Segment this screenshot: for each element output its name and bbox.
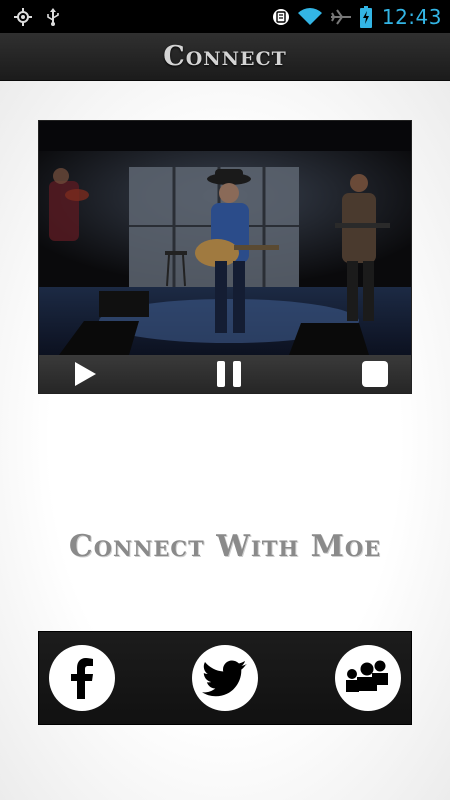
twitter-button[interactable] bbox=[192, 645, 258, 711]
stop-icon bbox=[362, 361, 388, 387]
battery-charging-icon bbox=[359, 5, 372, 28]
wifi-icon bbox=[297, 7, 322, 26]
connect-heading: Connect With Moe bbox=[68, 529, 382, 564]
facebook-button[interactable] bbox=[49, 645, 115, 711]
play-button[interactable] bbox=[73, 361, 97, 387]
facebook-icon bbox=[71, 658, 93, 699]
myspace-icon bbox=[346, 660, 388, 692]
video-controls bbox=[39, 355, 411, 393]
gps-icon bbox=[14, 7, 32, 26]
status-right: 12:43 bbox=[272, 5, 442, 29]
myspace-button[interactable] bbox=[335, 645, 401, 711]
twitter-icon bbox=[202, 660, 247, 697]
video-frame[interactable] bbox=[39, 121, 411, 355]
stop-button[interactable] bbox=[361, 360, 389, 388]
page-title: Connect bbox=[163, 41, 287, 72]
content-area: Connect With Moe bbox=[0, 81, 450, 800]
pause-button[interactable] bbox=[215, 360, 243, 388]
social-bar bbox=[38, 631, 412, 725]
nfc-icon bbox=[272, 8, 290, 26]
video-player[interactable] bbox=[38, 120, 412, 394]
airplane-icon bbox=[330, 8, 352, 26]
status-left bbox=[14, 7, 60, 26]
pause-icon bbox=[217, 361, 241, 387]
usb-icon bbox=[46, 7, 60, 26]
video-still-image bbox=[39, 121, 411, 355]
status-bar: 12:43 bbox=[0, 0, 450, 33]
title-bar: Connect bbox=[0, 33, 450, 81]
clock: 12:43 bbox=[381, 4, 442, 29]
play-icon bbox=[75, 362, 96, 386]
